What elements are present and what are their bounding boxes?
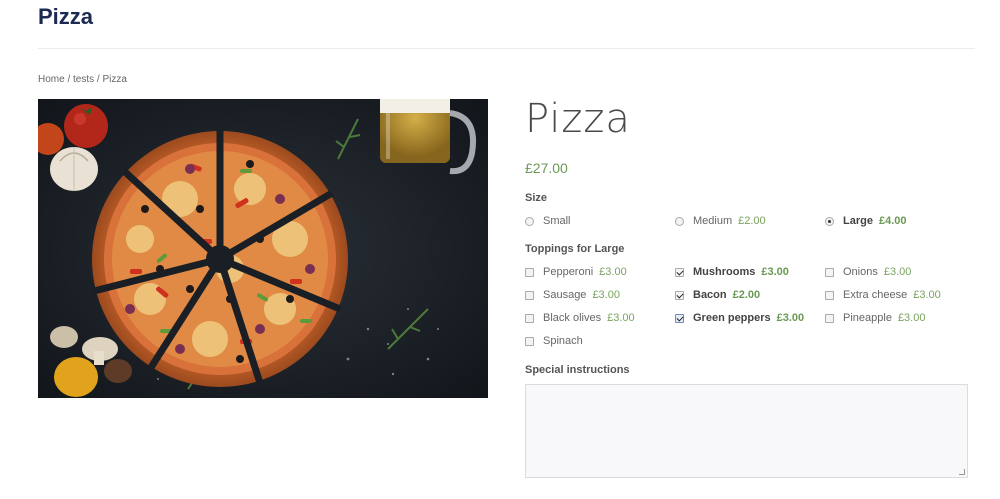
option-name: Sausage <box>543 289 587 301</box>
breadcrumb-separator: / <box>64 74 74 85</box>
radio-button[interactable] <box>825 216 834 226</box>
option-name: Onions <box>843 266 878 278</box>
option-price: £3.00 <box>913 289 941 301</box>
resize-handle-icon[interactable] <box>959 469 965 475</box>
checkbox[interactable] <box>825 290 834 300</box>
option-price: £3.00 <box>599 266 627 278</box>
product-title: Pizza <box>525 96 631 142</box>
radio-button[interactable] <box>675 216 684 226</box>
option-name: Small <box>543 215 571 227</box>
option-price: £2.00 <box>738 215 766 227</box>
checkbox[interactable] <box>825 313 834 323</box>
option-price: £3.00 <box>761 266 789 278</box>
product-price: £27.00 <box>525 160 568 176</box>
breadcrumb: Home / tests / Pizza <box>38 74 127 85</box>
option-name: Spinach <box>543 335 583 347</box>
breadcrumb-home[interactable]: Home <box>38 74 65 85</box>
checkbox[interactable] <box>675 313 684 323</box>
option-price: £2.00 <box>732 289 761 301</box>
pizza-photo <box>38 99 488 398</box>
product-image[interactable] <box>38 99 488 398</box>
option-price: £3.00 <box>897 312 926 324</box>
option-name: Medium <box>693 215 733 227</box>
option-name: Large <box>843 215 873 227</box>
site-title[interactable]: Pizza <box>38 4 93 30</box>
topping-pepperoni[interactable]: Pepperoni £3.00 <box>525 266 627 278</box>
checkbox[interactable] <box>825 267 834 277</box>
topping-spinach[interactable]: Spinach <box>525 335 583 347</box>
checkbox[interactable] <box>525 313 534 323</box>
option-price: £3.00 <box>883 266 912 278</box>
topping-pineapple[interactable]: Pineapple £3.00 <box>825 312 925 324</box>
checkbox[interactable] <box>525 290 534 300</box>
option-name: Black olives <box>543 312 602 324</box>
option-price: £3.00 <box>592 289 620 301</box>
special-instructions-label: Special instructions <box>525 364 630 376</box>
option-name: Extra cheese <box>843 289 908 301</box>
size-option-large[interactable]: Large £4.00 <box>825 215 907 227</box>
checkbox[interactable] <box>525 336 534 346</box>
topping-mushrooms[interactable]: Mushrooms £3.00 <box>675 266 789 278</box>
topping-extra-cheese[interactable]: Extra cheese £3.00 <box>825 289 941 301</box>
topping-bacon[interactable]: Bacon £2.00 <box>675 289 760 301</box>
topping-onions[interactable]: Onions £3.00 <box>825 266 911 278</box>
option-name: Mushrooms <box>693 266 756 278</box>
radio-button[interactable] <box>525 216 534 226</box>
header-divider <box>38 48 975 49</box>
breadcrumb-category[interactable]: tests <box>73 74 94 85</box>
topping-sausage[interactable]: Sausage £3.00 <box>525 289 620 301</box>
checkbox[interactable] <box>675 267 684 277</box>
breadcrumb-separator: / <box>94 74 103 85</box>
option-price: £4.00 <box>878 215 907 227</box>
option-price: £3.00 <box>776 312 805 324</box>
special-instructions-textarea[interactable] <box>525 384 968 478</box>
option-name: Green peppers <box>693 312 771 324</box>
size-label: Size <box>525 192 548 204</box>
size-option-small[interactable]: Small <box>525 215 571 227</box>
option-name: Pepperoni <box>543 266 594 278</box>
checkbox[interactable] <box>525 267 534 277</box>
topping-green-peppers[interactable]: Green peppers £3.00 <box>675 312 804 324</box>
checkbox[interactable] <box>675 290 684 300</box>
option-name: Pineapple <box>843 312 892 324</box>
breadcrumb-current: Pizza <box>102 74 127 85</box>
topping-black-olives[interactable]: Black olives £3.00 <box>525 312 635 324</box>
option-price: £3.00 <box>607 312 635 324</box>
size-option-medium[interactable]: Medium £2.00 <box>675 215 766 227</box>
toppings-label: Toppings for Large <box>525 243 625 255</box>
option-name: Bacon <box>693 289 727 301</box>
